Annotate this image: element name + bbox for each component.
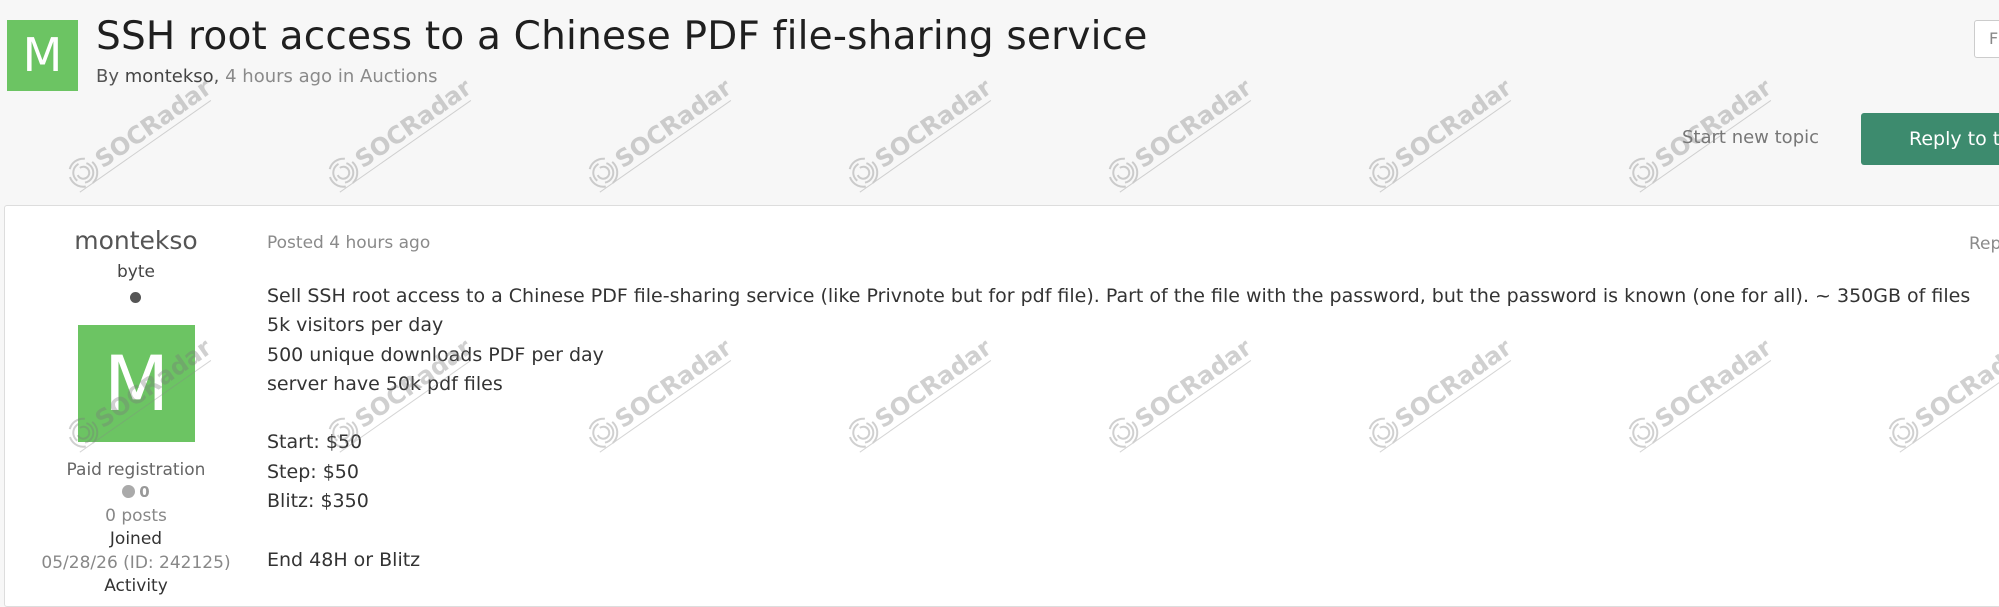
forum-link[interactable]: Auctions bbox=[360, 66, 437, 87]
post-line: Start: $50 bbox=[267, 431, 363, 454]
post-body: Sell SSH root access to a Chinese PDF fi… bbox=[267, 282, 1970, 575]
post-line: Sell SSH root access to a Chinese PDF fi… bbox=[267, 285, 1971, 307]
post-date: Posted 4 hours ago bbox=[267, 233, 431, 253]
reply-to-topic-button[interactable]: Reply to t bbox=[1861, 113, 1999, 165]
post-author-name[interactable]: montekso bbox=[5, 226, 267, 255]
topic-author-link[interactable]: montekso bbox=[125, 66, 214, 87]
avatar[interactable]: M bbox=[78, 325, 195, 442]
reputation-value: 0 bbox=[139, 483, 150, 501]
in-label: in bbox=[337, 66, 355, 87]
start-new-topic-button[interactable]: Start new topic bbox=[1682, 127, 1819, 148]
post-line: 500 unique downloads PDF per day bbox=[267, 343, 604, 366]
post-line bbox=[267, 399, 1970, 428]
post: montekso byte M Paid registration 0 0 po… bbox=[4, 205, 1999, 607]
topic-author-avatar[interactable]: M bbox=[7, 20, 78, 91]
post-line: Step: $50 bbox=[267, 460, 359, 483]
activity-label: Activity bbox=[104, 576, 168, 596]
follow-button-label: F bbox=[1989, 29, 1999, 48]
report-link[interactable]: Rep bbox=[1969, 234, 1999, 254]
post-line: server have 50k pdf files bbox=[267, 372, 503, 395]
joined-value: 05/28/26 (ID: 242125) bbox=[41, 553, 231, 573]
topic-time: 4 hours ago bbox=[225, 66, 333, 87]
follow-button[interactable]: F bbox=[1974, 20, 1999, 58]
joined-label: Joined bbox=[109, 529, 163, 549]
post-line bbox=[267, 516, 1970, 545]
post-count: 0 posts bbox=[105, 506, 167, 526]
member-group: Paid registration bbox=[66, 460, 206, 480]
reputation-icon bbox=[122, 485, 136, 498]
post-line: Blitz: $350 bbox=[267, 490, 369, 513]
author-rank: byte bbox=[117, 262, 155, 282]
post-line: 5k visitors per day bbox=[267, 314, 444, 337]
reputation: 0 bbox=[5, 483, 267, 501]
post-line: End 48H or Blitz bbox=[267, 548, 421, 571]
meta-separator: , bbox=[213, 66, 220, 87]
by-label: By bbox=[96, 66, 120, 87]
online-status-icon bbox=[130, 292, 141, 303]
topic-meta: By montekso, 4 hours ago in Auctions bbox=[96, 66, 437, 87]
topic-header: M SSH root access to a Chinese PDF file-… bbox=[0, 0, 1999, 205]
page-title: SSH root access to a Chinese PDF file-sh… bbox=[96, 14, 1148, 59]
